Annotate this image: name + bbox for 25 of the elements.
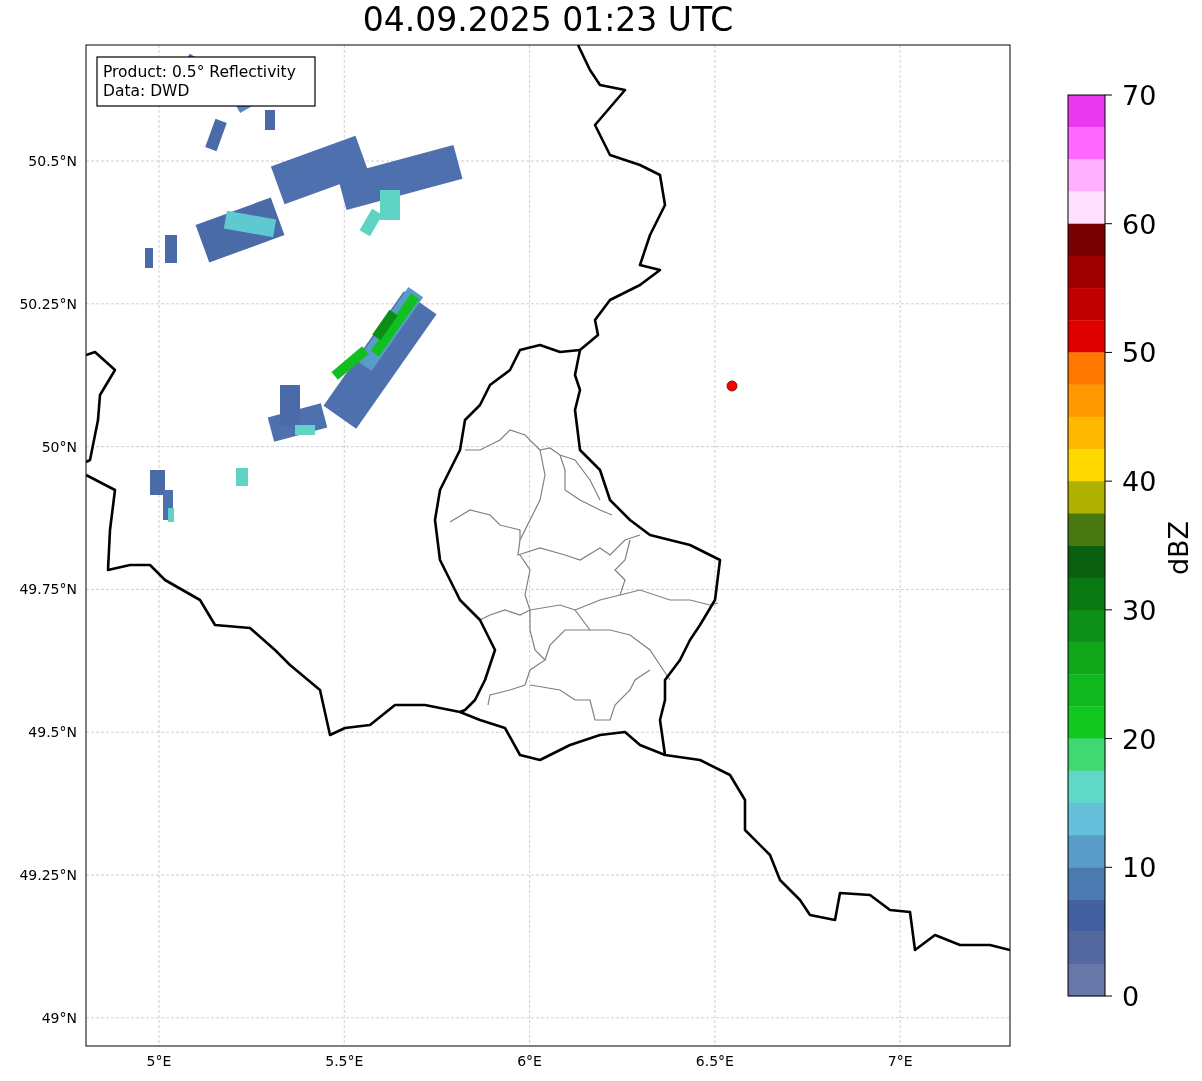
colorbar-tick-label: 20 <box>1122 723 1157 755</box>
longitude-label: 5°E <box>146 1053 172 1069</box>
longitude-label: 5.5°E <box>325 1053 364 1069</box>
colorbar-tick-label: 40 <box>1122 466 1157 498</box>
info-text: Product: 0.5° Reflectivity <box>103 63 296 81</box>
location-marker <box>726 380 738 392</box>
colorbar-tick-label: 10 <box>1122 852 1157 884</box>
colorbar-tick-label: 70 <box>1122 80 1157 111</box>
latitude-label: 50°N <box>41 438 77 455</box>
colorbar-tick-label: 0 <box>1122 981 1140 1012</box>
colorbar-tick-label: 60 <box>1122 208 1157 240</box>
longitude-label: 6.5°E <box>695 1053 734 1069</box>
colorbar-tick-label: 30 <box>1122 594 1157 626</box>
latitude-label: 50.5°N <box>28 153 77 169</box>
colorbar-label: dBZ <box>1163 520 1194 576</box>
latitude-label: 49°N <box>41 1009 77 1026</box>
info-text: Data: DWD <box>103 82 190 100</box>
latitude-label: 49.5°N <box>28 724 77 741</box>
latitude-label: 49.25°N <box>19 867 77 883</box>
latitude-label: 50.25°N <box>19 295 77 312</box>
longitude-label: 6°E <box>517 1053 542 1069</box>
chart-title: 04.09.2025 01:23 UTC <box>362 0 734 40</box>
latitude-label: 49.75°N <box>19 581 77 598</box>
longitude-label: 7°E <box>887 1053 913 1069</box>
colorbar-tick-label: 50 <box>1122 337 1157 369</box>
